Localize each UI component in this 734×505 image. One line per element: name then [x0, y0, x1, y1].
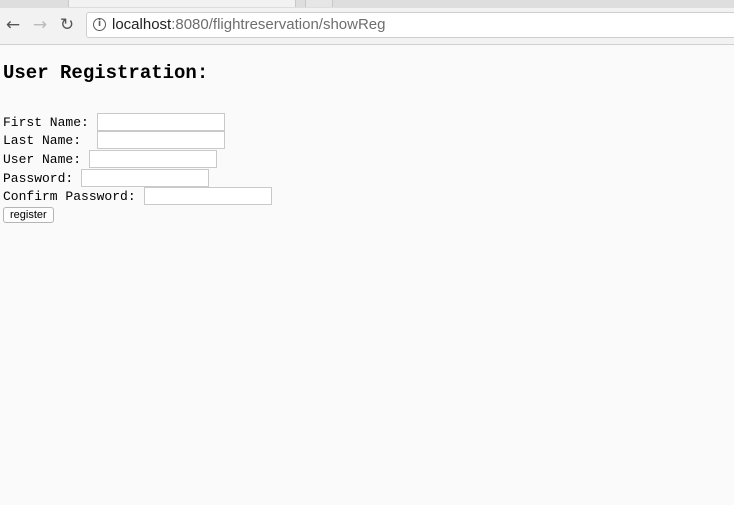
last-name-row: Last Name:	[3, 131, 226, 149]
url-path: :8080/flightreservation/showReg	[171, 16, 386, 33]
last-name-label: Last Name:	[3, 132, 82, 148]
user-name-label: User Name:	[3, 151, 82, 167]
new-tab-button[interactable]	[305, 0, 333, 7]
first-name-row: First Name:	[3, 113, 225, 131]
page-content: User Registration: First Name: Last Name…	[0, 45, 734, 505]
reload-button[interactable]: ↻	[56, 14, 78, 36]
password-row: Password:	[3, 169, 210, 187]
user-name-input[interactable]	[89, 150, 218, 168]
address-bar[interactable]: i localhost:8080/flightreservation/showR…	[86, 12, 734, 38]
first-name-input[interactable]	[96, 113, 225, 131]
url-text[interactable]: localhost:8080/flightreservation/showReg	[112, 16, 386, 33]
back-button[interactable]: ←	[2, 14, 24, 36]
password-label: Password:	[3, 170, 74, 186]
confirm-password-row: Confirm Password:	[3, 187, 272, 205]
user-name-row: User Name:	[3, 150, 218, 168]
password-input[interactable]	[81, 169, 210, 187]
last-name-input[interactable]	[97, 131, 226, 149]
confirm-password-input[interactable]	[143, 187, 272, 205]
browser-tab[interactable]	[68, 0, 296, 7]
arrow-right-icon: →	[32, 15, 48, 35]
first-name-label: First Name:	[3, 114, 89, 130]
url-host: localhost	[112, 16, 172, 33]
page-title: User Registration:	[3, 62, 209, 84]
browser-toolbar: ← → ↻ i localhost:8080/flightreservation…	[0, 8, 734, 45]
forward-button[interactable]: →	[29, 14, 51, 36]
register-button[interactable]: register	[3, 207, 54, 223]
confirm-password-label: Confirm Password:	[3, 188, 136, 204]
arrow-left-icon: ←	[5, 15, 21, 35]
info-icon[interactable]: i	[93, 18, 106, 31]
reload-icon: ↻	[59, 15, 75, 35]
